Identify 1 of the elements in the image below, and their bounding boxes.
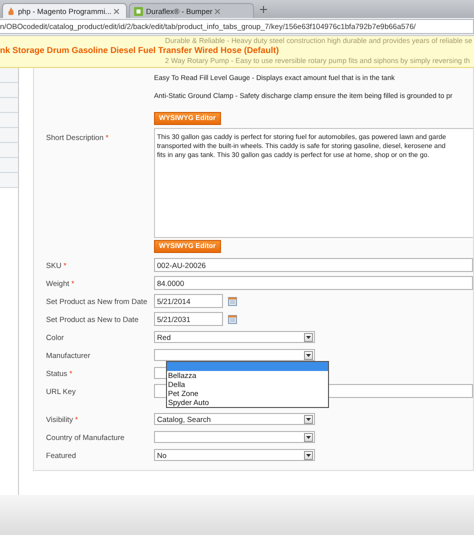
product-title: nk Storage Drum Gasoline Diesel Fuel Transfer Wired Hose (Default) bbox=[0, 45, 280, 56]
